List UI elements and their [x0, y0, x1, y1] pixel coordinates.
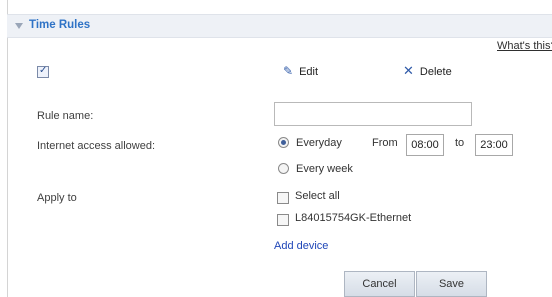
select-all-label: Select all: [295, 190, 340, 202]
cancel-button[interactable]: Cancel: [344, 271, 415, 297]
every-week-label: Every week: [296, 163, 353, 175]
to-time-input[interactable]: 23:00: [475, 134, 513, 156]
everyday-label: Everyday: [296, 137, 342, 149]
internet-access-label: Internet access allowed:: [37, 140, 156, 152]
everyday-radio[interactable]: [278, 137, 289, 148]
device-checkbox[interactable]: [277, 214, 289, 226]
select-row-checkbox[interactable]: [37, 65, 49, 78]
add-device-link[interactable]: Add device: [274, 240, 328, 252]
rule-name-label: Rule name:: [37, 110, 94, 122]
x-icon: ✕: [403, 64, 414, 79]
pencil-icon: ✎: [283, 64, 294, 78]
section-header[interactable]: Time Rules: [7, 14, 552, 38]
select-all-checkbox[interactable]: [277, 192, 289, 204]
edit-button[interactable]: ✎ Edit: [283, 64, 318, 78]
panel-left-border: [7, 0, 8, 297]
save-button[interactable]: Save: [416, 271, 487, 297]
device-label: L84015754GK-Ethernet: [295, 212, 412, 224]
edit-label: Edit: [299, 66, 319, 78]
collapse-triangle-icon[interactable]: [15, 23, 23, 29]
delete-button[interactable]: ✕ Delete: [403, 64, 452, 79]
whats-this-link[interactable]: What's this?: [497, 40, 552, 52]
to-label: to: [455, 137, 465, 149]
section-title: Time Rules: [29, 19, 91, 31]
apply-to-label: Apply to: [37, 192, 77, 204]
rule-name-input[interactable]: [274, 102, 472, 126]
delete-label: Delete: [419, 66, 452, 78]
every-week-radio[interactable]: [278, 163, 289, 174]
from-label: From: [372, 137, 398, 149]
from-time-input[interactable]: 08:00: [406, 134, 444, 156]
